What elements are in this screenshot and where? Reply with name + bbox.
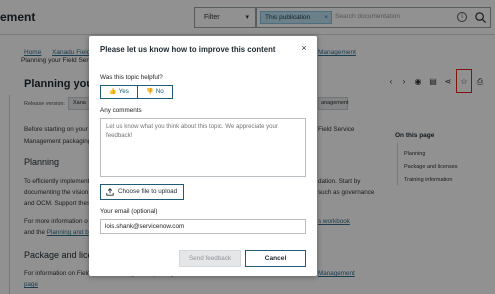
- no-button[interactable]: 👎 No: [137, 85, 173, 99]
- email-field[interactable]: lois.shank@servicenow.com: [100, 219, 306, 234]
- upload-icon: [106, 188, 114, 196]
- no-label: No: [155, 88, 164, 95]
- thumbs-down-icon: 👎: [146, 89, 154, 95]
- upload-file-button[interactable]: Choose file to upload: [100, 184, 184, 200]
- helpful-question: Was this topic helpful?: [100, 74, 163, 81]
- comments-textarea[interactable]: [100, 118, 306, 177]
- yes-button[interactable]: 👍 Yes: [100, 85, 138, 99]
- send-feedback-button[interactable]: Send feedback: [179, 250, 241, 267]
- close-icon[interactable]: ×: [299, 43, 309, 53]
- cancel-button[interactable]: Cancel: [245, 250, 306, 267]
- dialog-title: Please let us know how to improve this c…: [100, 45, 276, 54]
- email-label: Your email (optional): [100, 208, 158, 215]
- yes-label: Yes: [118, 88, 129, 95]
- upload-label: Choose file to upload: [118, 188, 178, 195]
- thumbs-up-icon: 👍: [109, 89, 117, 95]
- comments-label: Any comments: [100, 107, 142, 114]
- feedback-dialog: Please let us know how to improve this c…: [89, 36, 317, 276]
